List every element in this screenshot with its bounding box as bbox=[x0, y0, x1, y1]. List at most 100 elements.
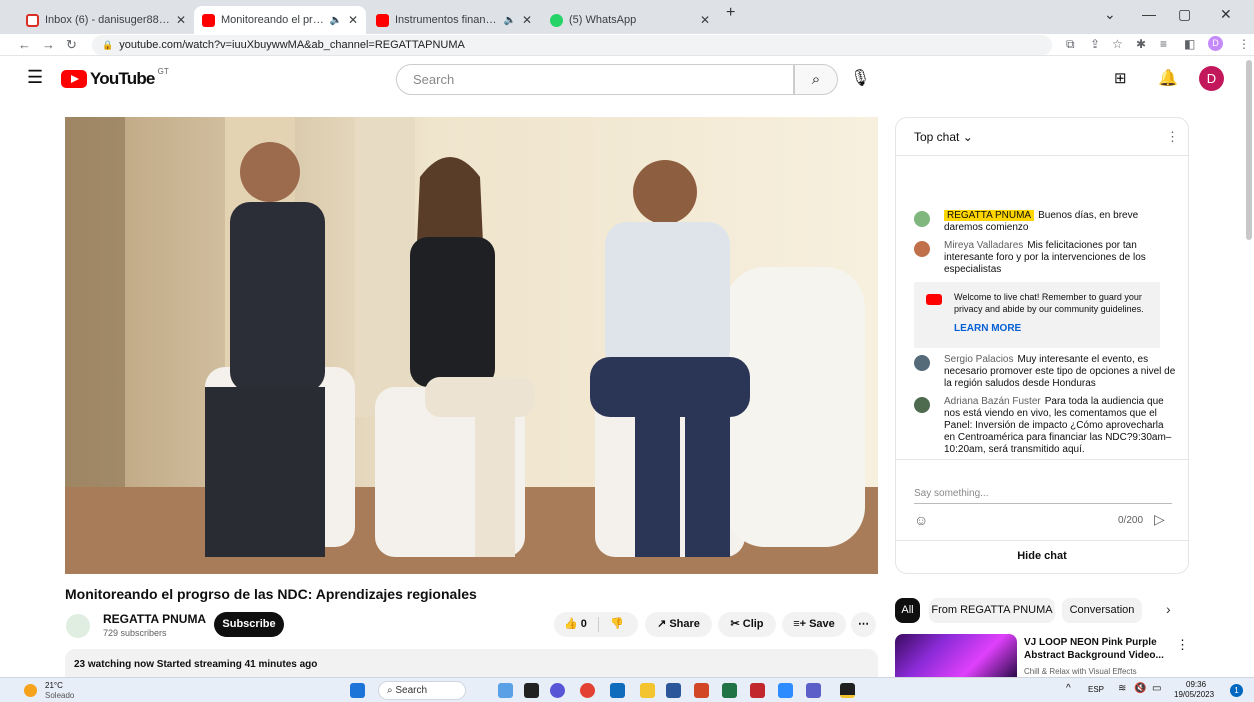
new-tab-icon[interactable]: + bbox=[726, 4, 735, 22]
thumbs-down-icon[interactable]: 👎 bbox=[610, 612, 624, 637]
account-avatar[interactable]: D bbox=[1199, 66, 1224, 91]
tab-youtube[interactable]: Instrumentos financieros par 🔈 ✕ bbox=[368, 6, 540, 34]
author-avatar[interactable] bbox=[914, 355, 930, 371]
hide-chat-button[interactable]: Hide chat bbox=[896, 550, 1188, 562]
profile-avatar[interactable]: D bbox=[1208, 36, 1223, 51]
powerpoint-icon[interactable] bbox=[694, 683, 709, 698]
description-box[interactable]: 23 watching now Started streaming 41 min… bbox=[65, 649, 878, 677]
extensions-icon[interactable]: ✱ bbox=[1136, 37, 1146, 51]
search-button[interactable]: ⌕ bbox=[794, 64, 838, 95]
video-player[interactable] bbox=[65, 117, 878, 574]
battery-icon[interactable]: ▭ bbox=[1152, 683, 1161, 694]
weather-temp[interactable]: 21°C bbox=[45, 681, 63, 690]
tab-youtube-active[interactable]: Monitoreando el progrso de 🔈 ✕ bbox=[194, 6, 366, 34]
related-video-menu-icon[interactable]: ⋮ bbox=[1176, 637, 1189, 653]
author-name[interactable]: Mireya Valladares bbox=[944, 240, 1023, 251]
author-name[interactable]: Adriana Bazán Fuster bbox=[944, 396, 1041, 407]
channel-name[interactable]: REGATTA PNUMA bbox=[103, 612, 206, 626]
notification-badge[interactable]: 1 bbox=[1230, 684, 1243, 697]
tab-whatsapp[interactable]: (5) WhatsApp ✕ bbox=[542, 6, 718, 34]
video-title: Monitoreando el progrso de las NDC: Apre… bbox=[65, 586, 477, 602]
welcome-text: Welcome to live chat! Remember to guard … bbox=[954, 292, 1144, 314]
chip-conversation[interactable]: Conversation bbox=[1062, 598, 1142, 623]
todo-icon[interactable] bbox=[778, 683, 793, 698]
save-button[interactable]: ≡+ Save bbox=[782, 612, 846, 637]
channel-avatar[interactable] bbox=[66, 614, 90, 638]
emoji-icon[interactable]: ☺ bbox=[914, 512, 928, 528]
related-video-thumbnail[interactable] bbox=[895, 634, 1017, 677]
page-scrollbar[interactable] bbox=[1246, 60, 1252, 240]
close-tab-icon[interactable]: ✕ bbox=[176, 13, 186, 27]
bookmark-star-icon[interactable]: ☆ bbox=[1112, 37, 1123, 51]
chat-menu-icon[interactable]: ⋮ bbox=[1166, 129, 1179, 145]
forward-icon[interactable]: → bbox=[42, 37, 55, 52]
author-avatar[interactable] bbox=[914, 211, 930, 227]
more-actions-icon[interactable]: ⋯ bbox=[851, 612, 876, 637]
tab-gmail[interactable]: Inbox (6) - danisuger88@gmail.c ✕ bbox=[18, 6, 194, 34]
widget-icon[interactable] bbox=[498, 683, 513, 698]
chat-message-input[interactable]: Say something... bbox=[914, 488, 1172, 504]
reload-icon[interactable]: ↻ bbox=[66, 37, 77, 53]
volume-muted-icon[interactable]: 🔇 bbox=[1134, 683, 1146, 694]
taskbar-search[interactable]: ⌕ Search bbox=[378, 681, 466, 700]
create-video-icon[interactable]: ⊞ bbox=[1114, 69, 1127, 87]
tab-search-chevron-icon[interactable]: ⌄ bbox=[1104, 6, 1116, 23]
subscriber-count: 729 subscribers bbox=[103, 628, 167, 638]
search-input[interactable]: Search bbox=[396, 64, 794, 95]
chrome-icon[interactable] bbox=[580, 683, 595, 698]
top-chat-dropdown[interactable]: Top chat ⌄ bbox=[914, 130, 973, 144]
share-page-icon[interactable]: ⇪ bbox=[1090, 37, 1100, 51]
reading-list-icon[interactable]: ≡ bbox=[1160, 37, 1167, 51]
teams-icon[interactable] bbox=[806, 683, 821, 698]
close-tab-icon[interactable]: ✕ bbox=[348, 13, 358, 27]
sun-weather-icon[interactable] bbox=[24, 684, 37, 697]
clock-time[interactable]: 09:36 bbox=[1186, 680, 1206, 689]
minimize-icon[interactable]: — bbox=[1142, 6, 1156, 22]
related-video-title[interactable]: VJ LOOP NEON Pink Purple Abstract Backgr… bbox=[1024, 636, 1164, 662]
chip-from-channel[interactable]: From REGATTA PNUMA bbox=[929, 598, 1055, 623]
restore-icon[interactable]: ▢ bbox=[1178, 6, 1191, 23]
windows-start-icon[interactable] bbox=[350, 683, 365, 698]
outlook-icon[interactable] bbox=[610, 683, 625, 698]
close-tab-icon[interactable]: ✕ bbox=[700, 13, 710, 27]
learn-more-link[interactable]: LEARN MORE bbox=[954, 323, 1021, 334]
file-explorer-icon[interactable] bbox=[640, 683, 655, 698]
youtube-icon bbox=[926, 294, 942, 305]
speaker-icon[interactable]: 🔈 bbox=[329, 15, 341, 26]
author-name[interactable]: REGATTA PNUMA bbox=[944, 210, 1035, 221]
chat-app-icon[interactable] bbox=[550, 683, 565, 698]
like-button[interactable]: 👍 0 bbox=[564, 618, 587, 630]
subscribe-button[interactable]: Subscribe bbox=[214, 612, 284, 637]
clip-button[interactable]: ✂ Clip bbox=[718, 612, 776, 637]
side-panel-icon[interactable]: ◧ bbox=[1184, 37, 1195, 51]
excel-icon[interactable] bbox=[722, 683, 737, 698]
hamburger-menu-icon[interactable]: ☰ bbox=[27, 67, 43, 88]
send-icon[interactable]: ▷ bbox=[1154, 511, 1165, 528]
word-icon[interactable] bbox=[666, 683, 681, 698]
language-indicator[interactable]: ESP bbox=[1088, 685, 1104, 694]
microphone-icon[interactable]: 🎙 bbox=[850, 68, 870, 88]
clock-date[interactable]: 19/05/2023 bbox=[1174, 690, 1214, 699]
browser-menu-icon[interactable]: ⋮ bbox=[1238, 37, 1250, 51]
task-view-icon[interactable] bbox=[524, 683, 539, 698]
back-icon[interactable]: ← bbox=[18, 37, 31, 52]
notifications-bell-icon[interactable]: 🔔 bbox=[1158, 68, 1178, 88]
close-tab-icon[interactable]: ✕ bbox=[522, 13, 532, 27]
speaker-icon[interactable]: 🔈 bbox=[503, 15, 515, 26]
windows-taskbar: 21°C Soleado ⌕ Search ^ ESP ≋ 🔇 ▭ 09:36 … bbox=[0, 677, 1254, 702]
author-name[interactable]: Sergio Palacios bbox=[944, 354, 1013, 365]
sticky-notes-icon[interactable] bbox=[840, 683, 855, 698]
share-button[interactable]: ↗ Share bbox=[645, 612, 712, 637]
author-avatar[interactable] bbox=[914, 397, 930, 413]
close-window-icon[interactable]: ✕ bbox=[1220, 6, 1232, 23]
cast-icon[interactable]: ⧉ bbox=[1066, 37, 1075, 52]
chevron-up-icon[interactable]: ^ bbox=[1066, 683, 1071, 694]
acrobat-icon[interactable] bbox=[750, 683, 765, 698]
wifi-icon[interactable]: ≋ bbox=[1118, 683, 1126, 694]
youtube-logo[interactable]: YouTube GT bbox=[61, 67, 169, 89]
url-field[interactable]: 🔒 youtube.com/watch?v=iuuXbuywwMA&ab_chan… bbox=[92, 35, 1052, 55]
related-video-channel[interactable]: Chill & Relax with Visual Effects bbox=[1024, 667, 1174, 676]
chip-all[interactable]: All bbox=[895, 598, 920, 623]
chevron-right-icon[interactable]: › bbox=[1166, 601, 1171, 617]
author-avatar[interactable] bbox=[914, 241, 930, 257]
